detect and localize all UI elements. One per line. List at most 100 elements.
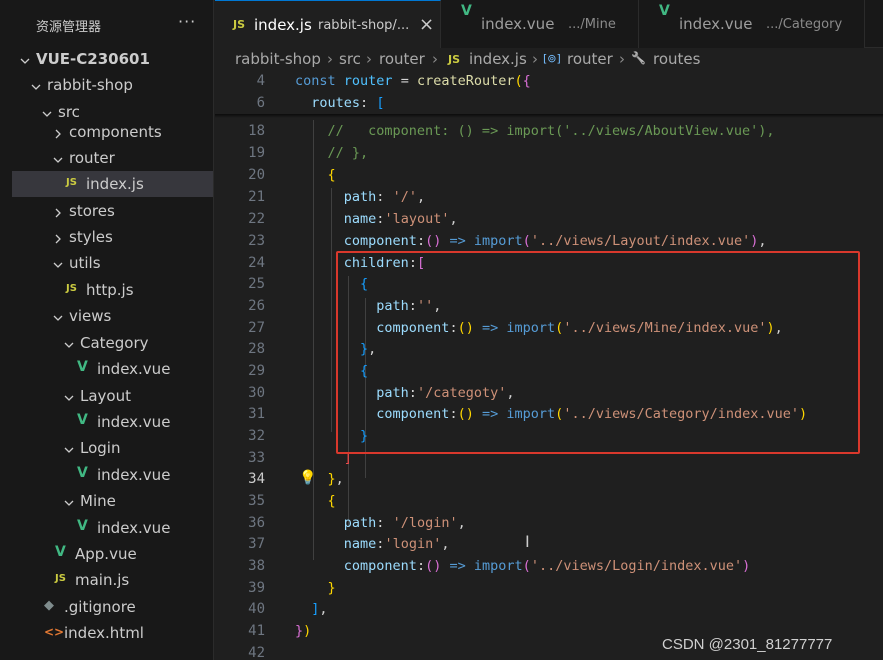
code-line[interactable]: ],	[295, 601, 328, 617]
code-line[interactable]: name:'layout',	[295, 211, 458, 227]
code-line[interactable]: // component: () => import('../views/Abo…	[295, 123, 775, 139]
tree-folder[interactable]: Category	[12, 330, 213, 356]
chevron-down-icon[interactable]	[31, 78, 41, 90]
tab-index-js[interactable]: JS index.js rabbit-shop/... ×	[215, 0, 441, 48]
code-line[interactable]: routes: [	[295, 95, 384, 111]
breadcrumb-symbol[interactable]: routes	[653, 50, 700, 68]
tree-item-label: Layout	[80, 387, 131, 405]
breadcrumb-item[interactable]: rabbit-shop	[235, 50, 321, 68]
chevron-right-icon: ›	[619, 50, 625, 68]
tree-folder[interactable]: components	[12, 119, 213, 145]
tree-item-label: .gitignore	[64, 598, 136, 616]
chevron-down-icon[interactable]	[42, 105, 52, 117]
more-actions-icon[interactable]: ···	[178, 12, 196, 31]
chevron-right-icon[interactable]	[53, 230, 63, 244]
tree-folder[interactable]: Mine	[12, 488, 213, 514]
chevron-right-icon[interactable]	[53, 204, 63, 218]
line-number: 33	[248, 450, 265, 466]
code-line[interactable]: })	[295, 623, 311, 639]
code-line[interactable]: }	[295, 580, 336, 596]
tree-file[interactable]: Vindex.vue	[12, 356, 213, 382]
code-token: // },	[295, 145, 369, 161]
tree-folder[interactable]: Login	[12, 435, 213, 461]
chevron-down-icon[interactable]	[64, 389, 74, 401]
tree-folder[interactable]: styles	[12, 224, 213, 250]
breadcrumb-item[interactable]: router	[379, 50, 425, 68]
code-line[interactable]: {	[295, 493, 336, 509]
tree-file[interactable]: JS index.js	[12, 171, 213, 197]
explorer-sidebar: 资源管理器 ··· VUE-C230601 rabbit-shop src compo…	[0, 0, 214, 660]
tree-item-label: index.js	[86, 175, 144, 193]
tree-file[interactable]: Vindex.vue	[12, 462, 213, 488]
code-line[interactable]: name:'login',	[295, 536, 450, 552]
js-file-icon: JS	[448, 53, 461, 66]
js-file-icon: JS	[66, 177, 77, 188]
tree-item-label: index.html	[64, 624, 144, 642]
code-line[interactable]: path: '/',	[295, 189, 425, 205]
chevron-down-icon[interactable]	[53, 256, 63, 268]
code-line[interactable]: // },	[295, 145, 369, 161]
js-file-icon: JS	[66, 283, 77, 294]
tree-file[interactable]: Vindex.vue	[12, 409, 213, 435]
tree-item-label: index.vue	[97, 519, 171, 537]
tree-file[interactable]: <> index.html	[12, 620, 213, 646]
code-token: ,	[758, 233, 767, 249]
watermark: CSDN @2301_81277777	[662, 636, 833, 653]
tree-folder[interactable]: utils	[12, 250, 213, 276]
code-token: router	[343, 73, 393, 89]
code-line[interactable]: component:() => import('../views/Layout/…	[295, 233, 767, 249]
tree-item-label: Login	[80, 439, 121, 457]
code-token: '/'	[392, 189, 417, 205]
code-token: )	[742, 558, 751, 574]
code-token: ,	[319, 601, 328, 617]
tree-folder[interactable]: Layout	[12, 383, 213, 409]
chevron-down-icon[interactable]	[53, 309, 63, 321]
code-token: {	[327, 167, 336, 183]
tree-item-label: Category	[80, 334, 149, 352]
line-number: 37	[248, 536, 265, 552]
line-number: 6	[256, 95, 265, 111]
chevron-right-icon[interactable]	[53, 125, 63, 139]
code-line[interactable]: const router = createRouter({	[295, 73, 531, 89]
tree-folder[interactable]: rabbit-shop	[12, 72, 213, 98]
code-token: const	[295, 73, 344, 89]
chevron-down-icon[interactable]	[64, 336, 74, 348]
line-number: 39	[248, 580, 265, 596]
line-number: 26	[248, 298, 265, 314]
breadcrumb-item[interactable]: src	[339, 50, 361, 68]
chevron-right-icon: ›	[366, 50, 372, 68]
tab-path: rabbit-shop/...	[318, 18, 410, 33]
wrench-icon: 🔧	[631, 51, 646, 65]
tree-file[interactable]: JS http.js	[12, 277, 213, 303]
chevron-down-icon[interactable]	[53, 151, 63, 163]
chevron-down-icon[interactable]	[20, 52, 30, 64]
tree-item-label: App.vue	[75, 545, 137, 563]
line-number: 30	[248, 385, 265, 401]
code-token: '../views/Login/index.vue'	[530, 558, 743, 574]
js-file-icon: JS	[55, 573, 66, 584]
code-line[interactable]: component:() => import('../views/Login/i…	[295, 558, 751, 574]
code-line[interactable]: {	[295, 167, 336, 183]
tree-folder[interactable]: VUE-C230601	[12, 46, 213, 72]
code-token: import	[473, 558, 523, 574]
breadcrumb-symbol[interactable]: router	[567, 50, 613, 68]
vue-file-icon: V	[659, 3, 670, 19]
tab-category-vue[interactable]: V index.vue .../Category	[639, 0, 865, 48]
tree-file[interactable]: V App.vue	[12, 541, 213, 567]
tree-file[interactable]: ◆ .gitignore	[12, 594, 213, 620]
tree-folder[interactable]: views	[12, 303, 213, 329]
tree-file[interactable]: Vindex.vue	[12, 515, 213, 541]
close-icon[interactable]: ×	[419, 14, 434, 35]
code-token: routes	[311, 95, 361, 111]
code-editor[interactable]: 4 const router = createRouter({6 routes: …	[215, 70, 883, 660]
tab-mine-vue[interactable]: V index.vue .../Mine	[441, 0, 639, 48]
chevron-down-icon[interactable]	[64, 441, 74, 453]
lightbulb-icon[interactable]: 💡	[299, 470, 316, 486]
tree-folder[interactable]: stores	[12, 198, 213, 224]
code-line[interactable]: path: '/login',	[295, 515, 466, 531]
tree-folder[interactable]: router	[12, 145, 213, 171]
chevron-down-icon[interactable]	[64, 494, 74, 506]
breadcrumb-file[interactable]: index.js	[469, 50, 527, 68]
tree-file[interactable]: JS main.js	[12, 567, 213, 593]
